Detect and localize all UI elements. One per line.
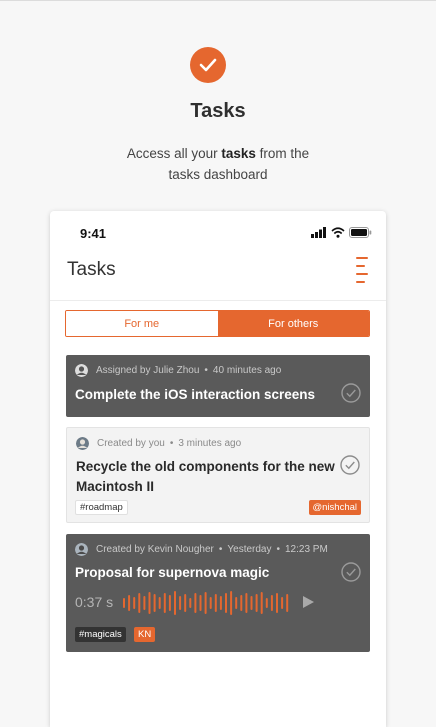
task-title: Recycle the old components for the new M… (76, 459, 335, 494)
waveform-bar (230, 591, 233, 615)
assignee-badge[interactable]: @nishchal (308, 500, 361, 515)
status-icons (311, 226, 372, 238)
waveform-bar (199, 595, 202, 611)
task-meta: Created by you • 3 minutes ago (76, 437, 241, 450)
play-icon[interactable] (303, 596, 314, 608)
task-title: Complete the iOS interaction screens (75, 387, 316, 402)
task-meta: Assigned by Julie Zhou • 40 minutes ago (75, 364, 281, 377)
waveform-bar (163, 593, 166, 613)
task-filter-tabs: For me For others (65, 310, 370, 337)
tab-for-others[interactable]: For others (217, 311, 369, 336)
task-tag[interactable]: #magicals (75, 627, 126, 642)
waveform-bar (225, 593, 227, 613)
check-circle-icon[interactable] (341, 562, 361, 582)
waveform-bar (128, 595, 131, 611)
waveform-bar (138, 593, 141, 613)
check-circle-icon[interactable] (340, 455, 360, 475)
tab-for-me[interactable]: For me (66, 311, 218, 336)
feature-title: Tasks (190, 100, 246, 122)
waveform-bar (270, 595, 273, 611)
avatar (75, 364, 88, 377)
task-card[interactable]: Created by Kevin Nougher • Yesterday • 12:23… (66, 534, 370, 652)
page-title: Tasks (67, 259, 116, 280)
waveform-bar (204, 592, 207, 614)
waveform-bar (168, 595, 171, 611)
task-meta: Created by Kevin Nougher • Yesterday • 12:23… (75, 543, 328, 556)
waveform-bar (148, 592, 151, 614)
avatar (75, 543, 88, 556)
waveform-bar (133, 597, 136, 609)
check-circle-icon[interactable] (341, 383, 361, 403)
waveform-bar (174, 591, 176, 615)
waveform-bar (245, 593, 248, 613)
task-card[interactable]: Created by you • 3 minutes ago Recycle the… (66, 427, 370, 523)
audio-waveform[interactable] (123, 591, 293, 615)
task-card[interactable]: Assigned by Julie Zhou • 40 minutes ago Co… (66, 355, 370, 417)
waveform-bar (184, 594, 187, 612)
assignee-initials-badge[interactable]: KN (134, 627, 156, 642)
waveform-bar (189, 598, 192, 608)
battery-icon (349, 226, 372, 238)
waveform-bar (276, 593, 278, 613)
waveform-bar (153, 594, 156, 612)
waveform-bar (123, 598, 125, 608)
waveform-bar (219, 596, 222, 610)
waveform-bar (286, 594, 289, 612)
task-tag[interactable]: #roadmap (75, 500, 128, 515)
status-time: 9:41 (80, 226, 107, 241)
check-icon (190, 47, 226, 83)
waveform-bar (265, 598, 268, 608)
waveform-bar (214, 594, 217, 612)
waveform-bar (281, 597, 284, 609)
hamburger-icon[interactable] (356, 257, 368, 283)
waveform-bar (194, 593, 197, 613)
audio-duration: 0:37 s (75, 594, 114, 610)
waveform-bar (250, 596, 253, 610)
phone-mockup: 9:41 Tasks For me For others Assigned by… (50, 211, 386, 727)
waveform-bar (209, 597, 212, 609)
waveform-bar (240, 595, 243, 611)
waveform-bar (255, 594, 258, 612)
wifi-icon (331, 226, 345, 238)
top-divider (0, 0, 436, 1)
waveform-bar (179, 596, 182, 610)
avatar (76, 437, 89, 450)
signal-icon (311, 226, 326, 238)
waveform-bar (158, 597, 161, 609)
feature-description: Access all your tasks from the tasks das… (126, 146, 310, 182)
waveform-bar (235, 597, 238, 609)
waveform-bar (260, 592, 263, 614)
header-divider (50, 300, 386, 301)
task-title: Proposal for supernova magic (75, 565, 270, 580)
waveform-bar (143, 596, 146, 610)
